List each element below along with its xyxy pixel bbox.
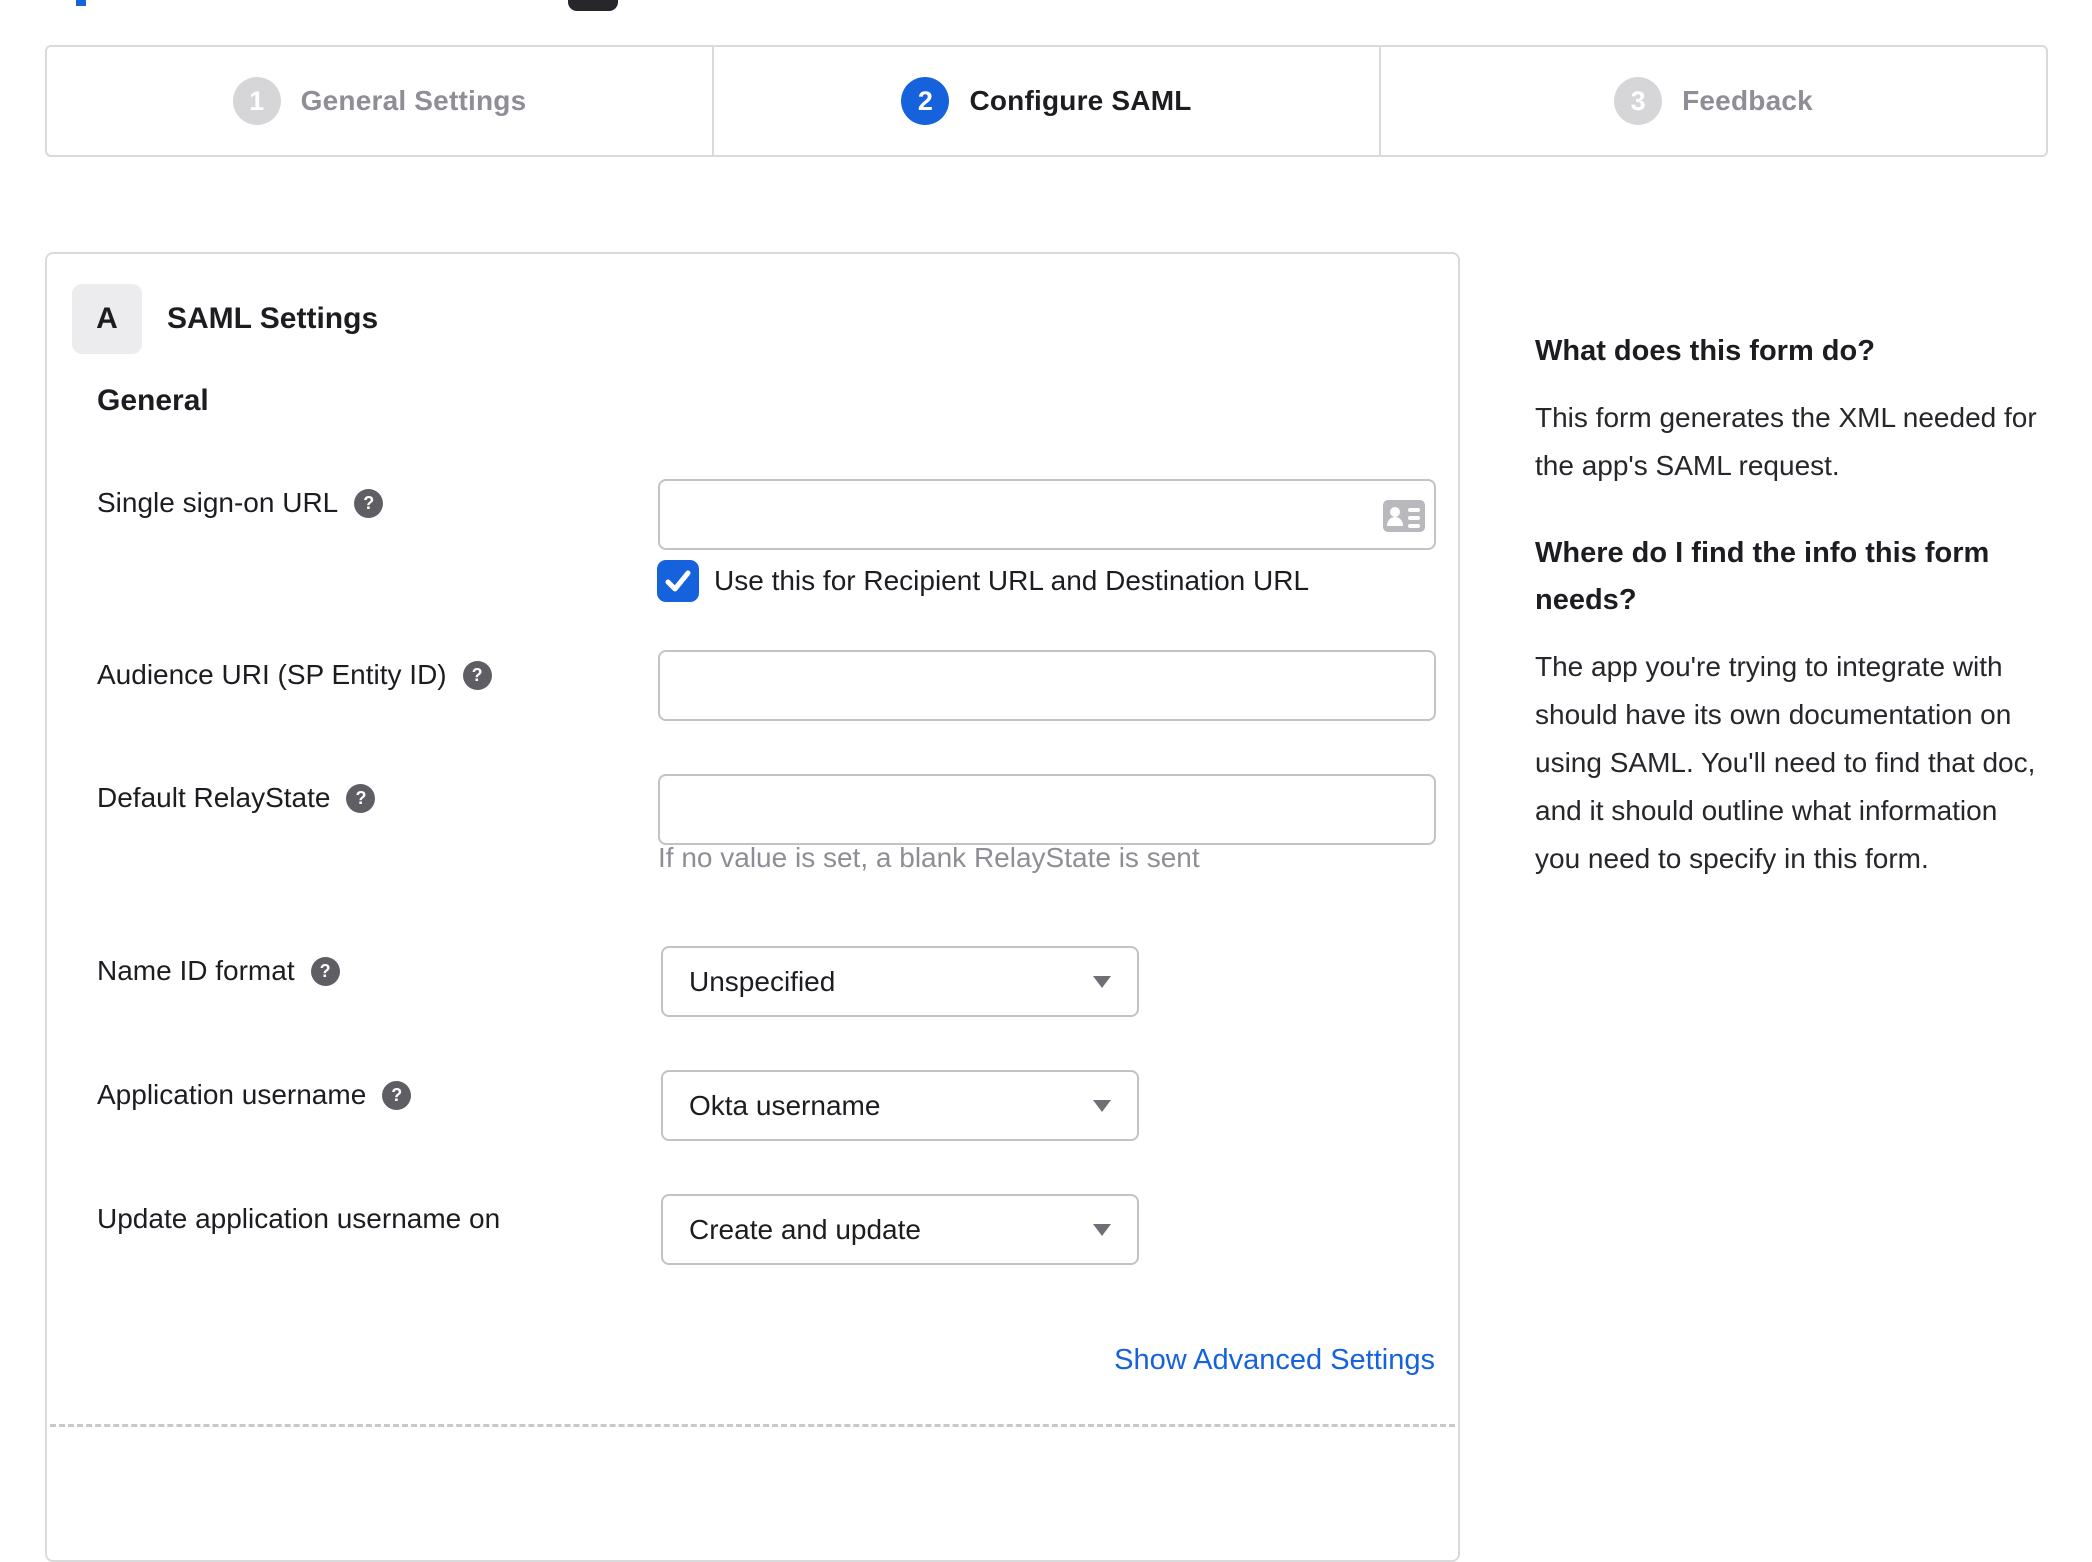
app-username-label: Application username [97, 1079, 367, 1110]
audience-uri-input[interactable] [658, 650, 1436, 721]
step-configure-saml[interactable]: 2 Configure SAML [714, 47, 1381, 155]
relay-state-label-row: Default RelayState ? [97, 782, 657, 814]
recipient-url-checkbox[interactable] [657, 560, 699, 602]
step-number-badge: 2 [901, 77, 950, 125]
saml-settings-panel: A SAML Settings General Single sign-on U… [45, 252, 1460, 1562]
help-icon[interactable]: ? [346, 783, 376, 813]
app-username-select[interactable]: Okta username [661, 1070, 1139, 1141]
help-sidebar: What does this form do? This form genera… [1535, 328, 2050, 883]
contact-card-icon[interactable] [1383, 500, 1425, 532]
step-label: Configure SAML [969, 85, 1192, 116]
name-id-format-value: Unspecified [689, 965, 836, 997]
audience-uri-label: Audience URI (SP Entity ID) [97, 659, 447, 690]
help-icon[interactable]: ? [382, 1080, 412, 1110]
sso-url-label-row: Single sign-on URL ? [97, 487, 657, 519]
app-username-value: Okta username [689, 1089, 881, 1121]
update-app-username-select[interactable]: Create and update [661, 1194, 1139, 1265]
section-title: SAML Settings [167, 302, 379, 335]
audience-uri-label-row: Audience URI (SP Entity ID) ? [97, 659, 657, 691]
chevron-down-icon [1093, 1223, 1111, 1236]
step-feedback[interactable]: 3 Feedback [1381, 47, 2046, 155]
name-id-format-label-row: Name ID format ? [97, 955, 657, 987]
help-icon[interactable]: ? [310, 956, 340, 986]
general-heading: General [97, 384, 209, 417]
name-id-format-label: Name ID format [97, 955, 295, 986]
app-username-label-row: Application username ? [97, 1079, 657, 1111]
clipped-blue-fragment [76, 0, 86, 6]
chevron-down-icon [1093, 1099, 1111, 1112]
update-app-username-value: Create and update [689, 1213, 921, 1245]
help-icon[interactable]: ? [462, 660, 492, 690]
step-number-badge: 3 [1614, 77, 1663, 125]
sso-url-label: Single sign-on URL [97, 487, 339, 518]
wizard-stepper: 1 General Settings 2 Configure SAML 3 Fe… [45, 45, 2048, 157]
sso-url-input[interactable] [658, 479, 1436, 550]
update-app-username-label: Update application username on [97, 1203, 501, 1234]
step-general-settings[interactable]: 1 General Settings [47, 47, 714, 155]
show-advanced-settings-link[interactable]: Show Advanced Settings [1114, 1344, 1435, 1377]
relay-state-hint: If no value is set, a blank RelayState i… [658, 842, 1200, 873]
clipped-logo-fragment [568, 0, 618, 11]
section-a-badge: A [72, 284, 142, 354]
update-app-username-label-row: Update application username on [97, 1203, 657, 1235]
recipient-url-checkbox-label[interactable]: Use this for Recipient URL and Destinati… [714, 560, 1309, 602]
sidebar-paragraph-what: This form generates the XML needed for t… [1535, 402, 2037, 481]
step-number-badge: 1 [232, 77, 281, 125]
sidebar-heading-what: What does this form do? [1535, 335, 1875, 367]
help-icon[interactable]: ? [354, 488, 384, 518]
step-label: Feedback [1682, 85, 1813, 116]
name-id-format-select[interactable]: Unspecified [661, 946, 1139, 1017]
check-icon [665, 570, 691, 592]
relay-state-input[interactable] [658, 774, 1436, 845]
step-label: General Settings [300, 85, 527, 116]
sidebar-paragraph-where: The app you're trying to integrate with … [1535, 651, 2036, 874]
chevron-down-icon [1093, 975, 1111, 988]
relay-state-label: Default RelayState [97, 782, 331, 813]
sidebar-heading-where: Where do I find the info this form needs… [1535, 537, 1990, 616]
